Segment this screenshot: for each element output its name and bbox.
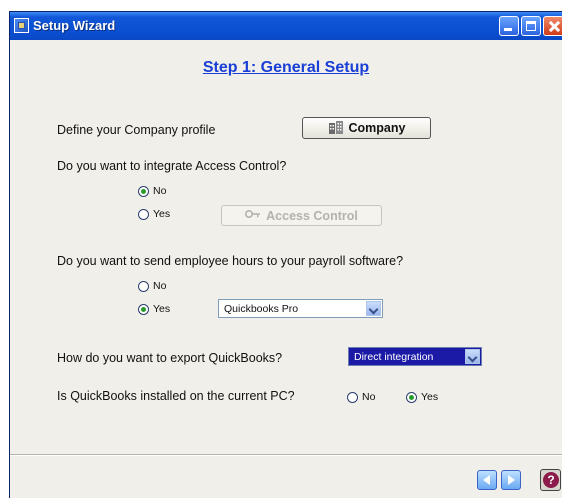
company-prompt: Define your Company profile bbox=[57, 123, 216, 137]
title-bar[interactable]: Setup Wizard bbox=[10, 12, 562, 40]
installed-yes-radio[interactable] bbox=[406, 392, 417, 403]
payroll-software-value: Quickbooks Pro bbox=[224, 303, 299, 315]
question-mark-icon: ? bbox=[543, 472, 559, 488]
arrow-left-icon[interactable] bbox=[477, 470, 497, 490]
access-control-yes-radio[interactable] bbox=[138, 209, 149, 220]
step-title: Step 1: General Setup bbox=[202, 59, 370, 76]
access-control-no-radio[interactable] bbox=[138, 186, 149, 197]
footer-divider-highlight bbox=[10, 455, 562, 456]
payroll-yes-label: Yes bbox=[153, 303, 171, 315]
close-button[interactable] bbox=[543, 16, 562, 36]
building-icon bbox=[328, 120, 344, 137]
access-control-question: Do you want to integrate Access Control? bbox=[57, 159, 287, 173]
chevron-down-icon[interactable] bbox=[465, 349, 480, 364]
export-method-value: Direct integration bbox=[354, 351, 434, 363]
help-button[interactable]: ? bbox=[540, 469, 561, 491]
app-icon bbox=[14, 18, 29, 33]
minimize-button[interactable] bbox=[499, 16, 519, 36]
key-icon bbox=[245, 208, 261, 223]
access-control-button[interactable]: Access Control bbox=[221, 205, 382, 226]
installed-no-radio[interactable] bbox=[347, 392, 358, 403]
export-method-select[interactable]: Direct integration bbox=[348, 347, 482, 366]
payroll-yes-radio[interactable] bbox=[138, 304, 149, 315]
maximize-button[interactable] bbox=[521, 16, 541, 36]
installed-question: Is QuickBooks installed on the current P… bbox=[57, 389, 295, 403]
installed-yes-label: Yes bbox=[421, 391, 439, 403]
company-button-label: Company bbox=[348, 121, 406, 135]
access-control-no-label: No bbox=[153, 185, 167, 197]
payroll-question: Do you want to send employee hours to yo… bbox=[57, 254, 404, 268]
access-control-yes-label: Yes bbox=[153, 208, 171, 220]
company-button[interactable]: Company bbox=[302, 117, 431, 139]
payroll-software-select[interactable]: Quickbooks Pro bbox=[218, 299, 383, 318]
window-title: Setup Wizard bbox=[33, 18, 116, 33]
installed-no-label: No bbox=[362, 391, 376, 403]
access-control-button-label: Access Control bbox=[266, 208, 358, 223]
arrow-right-icon[interactable] bbox=[501, 470, 521, 490]
setup-wizard-window: Setup Wizard Step 1: General Setup Defin… bbox=[9, 11, 562, 498]
export-question: How do you want to export QuickBooks? bbox=[57, 351, 283, 365]
payroll-no-label: No bbox=[153, 280, 167, 292]
payroll-no-radio[interactable] bbox=[138, 281, 149, 292]
chevron-down-icon[interactable] bbox=[366, 301, 381, 316]
